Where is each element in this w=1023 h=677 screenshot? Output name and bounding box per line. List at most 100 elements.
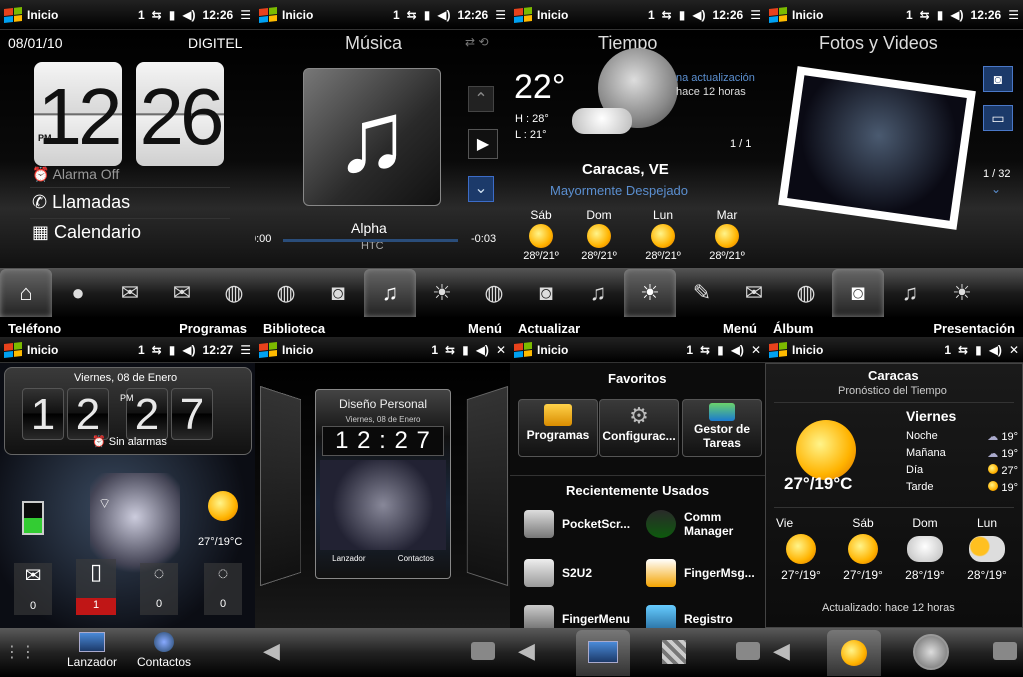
favorite-task-manager[interactable]: Gestor de Tareas (682, 399, 762, 457)
recent-fingermsg[interactable]: FingerMsg... (646, 559, 755, 587)
menu-softkey[interactable]: Menú (723, 321, 757, 336)
tab-music[interactable]: ♫ (364, 269, 416, 317)
calendar-link[interactable]: ▦ Calendario (32, 222, 141, 243)
shuffle-repeat-icon[interactable]: ⇄ ⟲ (465, 35, 488, 49)
video-button[interactable]: ▭ (983, 105, 1013, 131)
tab-weather-2[interactable]: ☀ (624, 269, 676, 317)
signal-icon[interactable]: ▮ (424, 8, 431, 22)
menu-icon[interactable]: ☰ (495, 8, 506, 22)
album-art[interactable]: ♫ (303, 68, 441, 206)
time-label[interactable]: 12:26 (458, 8, 489, 22)
start-label[interactable]: Inicio (27, 8, 58, 22)
app-grid-button[interactable]: ⋮⋮ (4, 642, 36, 662)
volume-icon[interactable]: ◀) (476, 343, 489, 357)
recent-comm-manager[interactable]: Comm Manager (646, 510, 764, 538)
connectivity-icon[interactable]: ⇆ (445, 343, 455, 357)
tab-weather-3[interactable]: ☀ (936, 271, 988, 315)
day-tue[interactable]: Mar 28º/21º (696, 208, 758, 262)
menu-icon[interactable]: ☰ (1008, 8, 1019, 22)
connectivity-icon[interactable]: ⇆ (152, 343, 162, 357)
connectivity-icon[interactable]: ⇆ (662, 8, 672, 22)
forecast-day-mon[interactable]: Lun 28°/19° (956, 516, 1018, 582)
connectivity-icon[interactable]: ⇆ (920, 8, 930, 22)
volume-icon[interactable]: ◀) (692, 8, 705, 22)
close-icon[interactable]: ✕ (496, 343, 506, 357)
start-label[interactable]: Inicio (792, 8, 823, 22)
tab-internet[interactable]: ◍ (208, 271, 260, 315)
library-softkey[interactable]: Biblioteca (263, 321, 325, 336)
lock-notif-4[interactable]: ◌ 0 (204, 563, 242, 615)
tab-music-2[interactable]: ♫ (572, 271, 624, 315)
photo-frame[interactable] (778, 66, 976, 230)
right-screen-preview[interactable] (466, 385, 509, 587)
connectivity-icon[interactable]: ⇆ (152, 8, 162, 22)
signal-icon[interactable]: ▮ (937, 8, 944, 22)
connectivity-icon[interactable]: ⇆ (958, 343, 968, 357)
volume-icon[interactable]: ◀) (989, 343, 1002, 357)
volume-icon[interactable]: ◀) (182, 8, 195, 22)
tab-home[interactable]: ⌂ (0, 269, 52, 317)
tab-mail-2[interactable]: ✉ (728, 271, 780, 315)
start-label[interactable]: Inicio (282, 343, 313, 357)
windows-start-icon[interactable] (769, 341, 787, 358)
signal-icon[interactable]: ▮ (717, 343, 724, 357)
keyboard-button[interactable] (736, 642, 760, 660)
programs-softkey[interactable]: Programas (179, 321, 247, 336)
scroll-down-button[interactable]: ⌄ (468, 176, 494, 202)
volume-icon[interactable]: ◀) (731, 343, 744, 357)
connectivity-icon[interactable]: ⇆ (700, 343, 710, 357)
play-button[interactable]: ▶ (468, 129, 498, 159)
windows-start-icon[interactable] (259, 341, 277, 358)
forecast-day-sat[interactable]: Sáb 27°/19° (832, 516, 894, 582)
forecast-day-fri[interactable]: Vie 27°/19° (770, 516, 832, 582)
day-mon[interactable]: Lun 28º/21º (632, 208, 694, 262)
lock-notif-sms[interactable]: ✉ 0 (14, 563, 52, 615)
menu-softkey[interactable]: Menú (468, 321, 502, 336)
volume-icon[interactable]: ◀) (950, 8, 963, 22)
alarm-row[interactable]: ⏰ Alarma Off (32, 166, 119, 183)
tab-people[interactable]: ● (52, 271, 104, 315)
launcher-tab[interactable] (576, 630, 630, 676)
tab-music-3[interactable]: ♫ (884, 271, 936, 315)
close-icon[interactable]: ✕ (751, 343, 761, 357)
center-screen-preview[interactable]: Diseño Personal Viernes, 08 de Enero 1 2… (315, 389, 451, 579)
close-icon[interactable]: ✕ (1009, 343, 1019, 357)
windows-start-icon[interactable] (259, 6, 277, 23)
tab-photos[interactable]: ◙ (312, 271, 364, 315)
recent-fingermenu[interactable]: FingerMenu (524, 605, 630, 628)
signal-icon[interactable]: ▮ (975, 343, 982, 357)
time-label[interactable]: 12:27 (203, 343, 234, 357)
signal-icon[interactable]: ▮ (679, 8, 686, 22)
start-label[interactable]: Inicio (537, 8, 568, 22)
tab-photos-3[interactable]: ◙ (832, 269, 884, 317)
forecast-day-sun[interactable]: Dom 28°/19° (894, 516, 956, 582)
progress-bar[interactable] (283, 239, 458, 242)
tab-photos-2[interactable]: ◙ (520, 271, 572, 315)
back-button[interactable]: ◀ (518, 638, 535, 664)
clock-minute[interactable]: 26 (136, 62, 224, 166)
back-button[interactable]: ◀ (773, 638, 790, 664)
windows-start-icon[interactable] (514, 6, 532, 23)
keyboard-button[interactable] (993, 642, 1017, 660)
time-label[interactable]: 12:26 (713, 8, 744, 22)
clock-hour[interactable]: 12 (34, 62, 122, 166)
wifi-icon[interactable]: ⌔ (98, 495, 111, 513)
menu-icon[interactable]: ☰ (750, 8, 761, 22)
keyboard-button[interactable] (471, 642, 495, 660)
back-button[interactable]: ◀ (263, 638, 280, 664)
signal-icon[interactable]: ▮ (169, 343, 176, 357)
time-label[interactable]: 12:26 (971, 8, 1002, 22)
scroll-down-icon[interactable]: ⌄ (991, 182, 1001, 196)
windows-start-icon[interactable] (769, 6, 787, 23)
tiles-button[interactable] (662, 640, 686, 664)
recent-s2u2[interactable]: S2U2 (524, 559, 592, 587)
signal-icon[interactable]: ▮ (169, 8, 176, 22)
update-softkey[interactable]: Actualizar (518, 321, 580, 336)
connectivity-icon[interactable]: ⇆ (407, 8, 417, 22)
presentation-softkey[interactable]: Presentación (933, 321, 1015, 336)
scroll-up-button[interactable]: ⌃ (468, 86, 494, 112)
favorite-settings[interactable]: ⚙ Configurac... (599, 399, 679, 457)
menu-icon[interactable]: ☰ (240, 343, 251, 357)
phone-softkey[interactable]: Teléfono (8, 321, 61, 336)
weather-tab[interactable] (827, 630, 881, 676)
